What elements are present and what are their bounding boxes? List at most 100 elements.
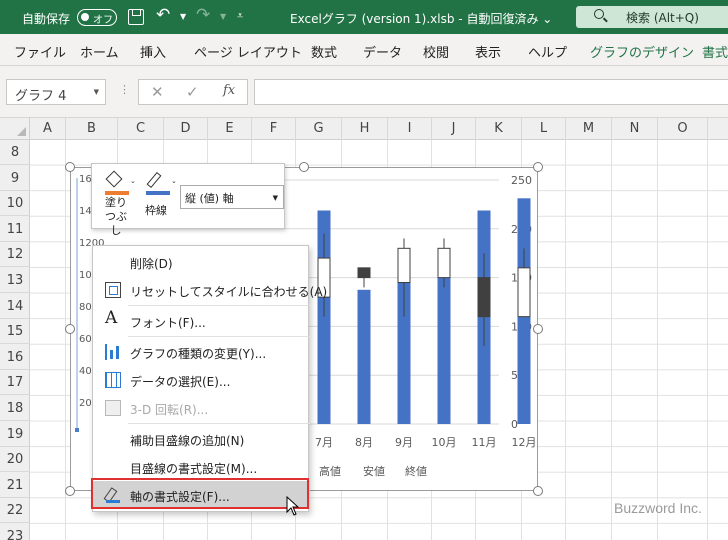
grid-line bbox=[657, 140, 658, 540]
row-header-12[interactable]: 12 bbox=[0, 242, 30, 268]
row-header-8[interactable]: 8 bbox=[0, 140, 30, 165]
tab-insert[interactable]: 挿入 bbox=[140, 42, 166, 61]
fill-bucket-icon[interactable] bbox=[105, 170, 129, 196]
tab-home[interactable]: ホーム bbox=[80, 42, 119, 61]
autosave-label: 自動保存 bbox=[22, 12, 71, 26]
grid-line bbox=[611, 140, 612, 540]
candle-body bbox=[357, 267, 371, 279]
fill-label[interactable]: 塗りつぶし bbox=[101, 196, 131, 238]
undo-dropdown-icon[interactable]: ▼ bbox=[180, 12, 186, 21]
x-tick-label: 9月 bbox=[395, 436, 413, 449]
tab-chart-design[interactable]: グラフのデザイン bbox=[590, 42, 694, 61]
row-header-11[interactable]: 11 bbox=[0, 217, 30, 242]
column-header-g[interactable]: G bbox=[296, 118, 342, 140]
y-right-tick-label: 250 bbox=[511, 174, 532, 187]
resize-handle-top-right[interactable] bbox=[533, 162, 543, 172]
resize-handle-bottom-left[interactable] bbox=[65, 486, 75, 496]
resize-handle-left[interactable] bbox=[65, 324, 75, 334]
menu-item-select-data[interactable]: データの選択(E)... bbox=[93, 366, 310, 394]
outline-label[interactable]: 枠線 bbox=[145, 202, 167, 218]
menu-item-add-minor-gridlines[interactable]: 補助目盛線の追加(N) bbox=[93, 425, 310, 453]
title-bar: 自動保存 オフ ↶ ▼ ↷ ▼ ⩡ Excelグラフ (version 1).x… bbox=[0, 0, 728, 34]
search-icon bbox=[594, 9, 604, 19]
column-header-k[interactable]: K bbox=[476, 118, 522, 140]
column-header-l[interactable]: L bbox=[522, 118, 566, 140]
row-header-19[interactable]: 19 bbox=[0, 422, 30, 447]
formula-input[interactable] bbox=[254, 79, 728, 105]
candle-body bbox=[437, 247, 451, 279]
fill-dropdown-icon[interactable]: ⌄ bbox=[130, 177, 136, 185]
chevron-down-icon[interactable]: ▼ bbox=[273, 194, 278, 202]
column-header-m[interactable]: M bbox=[566, 118, 612, 140]
search-box[interactable]: 検索 (Alt+Q) bbox=[576, 6, 728, 28]
tab-file[interactable]: ファイル bbox=[14, 42, 66, 61]
tab-help[interactable]: ヘルプ bbox=[528, 42, 567, 61]
column-header-f[interactable]: F bbox=[252, 118, 296, 140]
resize-handle-top[interactable] bbox=[299, 162, 309, 172]
row-header-18[interactable]: 18 bbox=[0, 396, 30, 421]
menu-item-font[interactable]: A フォント(F)... bbox=[93, 307, 310, 335]
resize-handle-right[interactable] bbox=[533, 324, 543, 334]
column-header-d[interactable]: D bbox=[164, 118, 208, 140]
enter-icon[interactable]: ✓ bbox=[186, 83, 199, 101]
column-header-a[interactable]: A bbox=[30, 118, 66, 140]
menu-item-change-chart-type[interactable]: グラフの種類の変更(Y)... bbox=[93, 338, 310, 366]
row-header-21[interactable]: 21 bbox=[0, 473, 30, 498]
column-header-c[interactable]: C bbox=[118, 118, 164, 140]
tab-format[interactable]: 書式 bbox=[702, 42, 728, 61]
save-icon[interactable] bbox=[128, 9, 144, 25]
legend-entry: 終値 bbox=[405, 464, 427, 478]
chart-element-select[interactable]: 縦 (値) 軸 ▼ bbox=[180, 185, 284, 209]
select-all-button[interactable] bbox=[0, 118, 30, 140]
legend-entry: 安値 bbox=[363, 464, 385, 478]
column-header-n[interactable]: N bbox=[612, 118, 658, 140]
redo-dropdown-icon[interactable]: ▼ bbox=[220, 12, 226, 21]
column-header-j[interactable]: J bbox=[432, 118, 476, 140]
document-title[interactable]: Excelグラフ (version 1).xlsb - 自動回復済み ⌄ bbox=[290, 10, 552, 27]
row-header-10[interactable]: 10 bbox=[0, 191, 30, 217]
x-tick-label: 7月 bbox=[315, 436, 333, 449]
cancel-icon[interactable]: ✕ bbox=[151, 83, 164, 101]
mini-toolbar: ⌄ 塗りつぶし ⌄ 枠線 縦 (値) 軸 ▼ bbox=[91, 163, 285, 237]
grid-line bbox=[565, 140, 566, 540]
column-header-i[interactable]: I bbox=[388, 118, 432, 140]
tab-formulas[interactable]: 数式 bbox=[311, 42, 337, 61]
row-header-17[interactable]: 17 bbox=[0, 370, 30, 396]
undo-icon[interactable]: ↶ bbox=[156, 5, 170, 25]
row-header-13[interactable]: 13 bbox=[0, 268, 30, 293]
name-box-dropdown-icon[interactable]: ▼ bbox=[94, 88, 99, 96]
row-header-20[interactable]: 20 bbox=[0, 447, 30, 473]
menu-item-reset-style[interactable]: リセットしてスタイルに合わせる(A) bbox=[93, 276, 327, 304]
tab-data[interactable]: データ bbox=[363, 42, 402, 61]
customize-qat-icon[interactable]: ⩡ bbox=[237, 9, 243, 23]
resize-handle-top-left[interactable] bbox=[65, 162, 75, 172]
row-header-9[interactable]: 9 bbox=[0, 166, 30, 191]
row-header-15[interactable]: 15 bbox=[0, 319, 30, 345]
tab-view[interactable]: 表示 bbox=[475, 42, 501, 61]
candle-body bbox=[397, 247, 411, 283]
outline-pen-icon[interactable] bbox=[146, 170, 170, 196]
row-header-16[interactable]: 16 bbox=[0, 345, 30, 370]
tab-page-layout[interactable]: ページ レイアウト bbox=[194, 42, 302, 61]
formula-bar-grip-icon[interactable]: ⋮ bbox=[119, 83, 130, 96]
name-box[interactable]: グラフ 4 ▼ bbox=[6, 79, 106, 105]
menu-item-delete[interactable]: 削除(D) bbox=[93, 248, 310, 276]
x-tick-label: 12月 bbox=[512, 436, 537, 449]
tab-review[interactable]: 校閲 bbox=[423, 42, 449, 61]
column-header-e[interactable]: E bbox=[208, 118, 252, 140]
row-header-14[interactable]: 14 bbox=[0, 294, 30, 319]
volume-bar bbox=[357, 289, 371, 424]
menu-item-format-gridlines[interactable]: 目盛線の書式設定(M)... bbox=[93, 453, 310, 481]
insert-function-icon[interactable]: fx bbox=[223, 83, 235, 98]
row-header-23[interactable]: 23 bbox=[0, 524, 30, 540]
menu-separator bbox=[128, 305, 310, 306]
redo-icon[interactable]: ↷ bbox=[196, 5, 210, 25]
outline-dropdown-icon[interactable]: ⌄ bbox=[171, 177, 177, 185]
column-header-b[interactable]: B bbox=[66, 118, 118, 140]
mouse-cursor-icon bbox=[286, 496, 300, 516]
autosave-toggle[interactable]: オフ bbox=[77, 9, 117, 26]
column-header-h[interactable]: H bbox=[342, 118, 388, 140]
column-header-o[interactable]: O bbox=[658, 118, 708, 140]
resize-handle-bottom-right[interactable] bbox=[533, 486, 543, 496]
row-header-22[interactable]: 22 bbox=[0, 498, 30, 524]
